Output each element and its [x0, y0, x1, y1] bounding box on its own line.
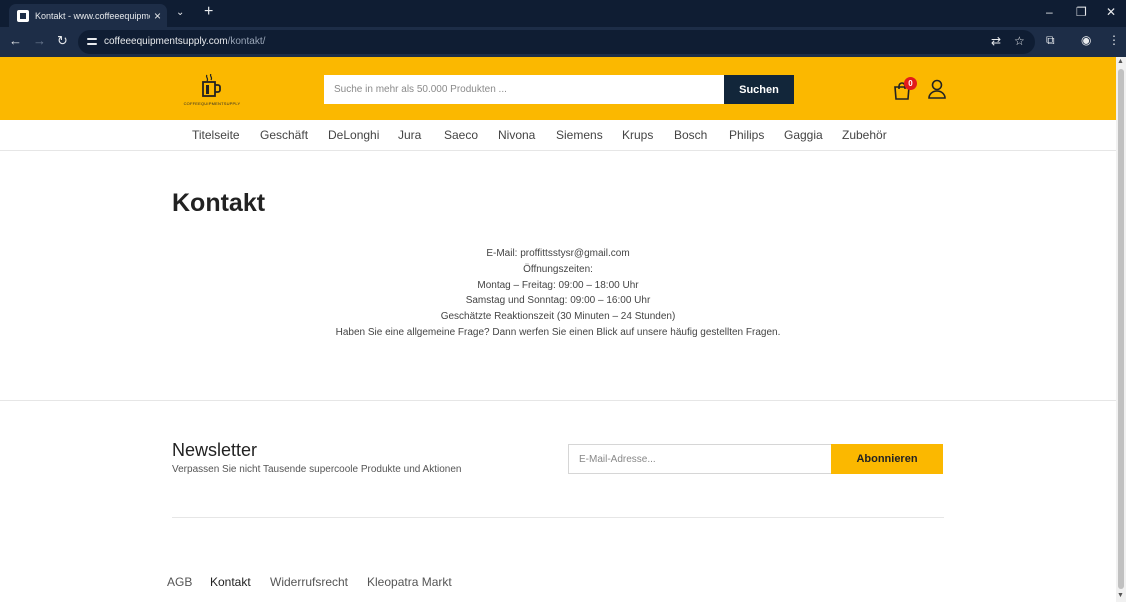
response-time: Geschätzte Reaktionszeit (30 Minuten – 2…	[440, 311, 676, 323]
tab-search-chevron-icon[interactable]: ⌄	[176, 7, 184, 18]
minimize-icon[interactable]: –	[1046, 5, 1053, 19]
extensions-icon[interactable]: ⧉	[1046, 34, 1055, 46]
site-favicon-icon	[17, 9, 29, 22]
new-tab-plus-icon[interactable]: +	[204, 3, 213, 21]
nav-item-gaggia[interactable]: Gaggia	[784, 128, 823, 142]
site-logo[interactable]: COFFEEQUIPMENTSUPPLY	[174, 69, 250, 109]
weekend-hours: Samstag und Sonntag: 09:00 – 16:00 Uhr	[465, 295, 651, 307]
back-arrow-icon[interactable]: ←	[9, 34, 22, 47]
coffee-cup-logo-icon	[202, 74, 221, 97]
browser-tab-bar: Kontakt - www.coffeeequipmentsupply.com …	[0, 0, 1126, 27]
nav-item-krups[interactable]: Krups	[622, 128, 653, 142]
translate-icon[interactable]: ⇄	[991, 35, 1001, 47]
footer-divider	[172, 517, 944, 518]
forward-arrow-icon[interactable]: →	[33, 34, 46, 47]
url-text[interactable]: coffeeequipmentsupply.com/kontakt/	[104, 36, 265, 47]
newsletter-title: Newsletter	[172, 440, 258, 460]
scroll-down-arrow-icon[interactable]: ▼	[1117, 592, 1124, 599]
address-bar[interactable]: coffeeequipmentsupply.com/kontakt/ ⇄ ☆	[78, 30, 1035, 54]
main-navigation: Titelseite Geschäft DeLonghi Jura Saeco …	[0, 120, 1116, 151]
nav-item-geschaeft[interactable]: Geschäft	[260, 128, 308, 142]
footer-link-kleopatra-markt[interactable]: Kleopatra Markt	[367, 575, 452, 589]
nav-item-zubehoer[interactable]: Zubehör	[842, 128, 887, 142]
newsletter-subtitle: Verpassen Sie nicht Tausende supercoole …	[172, 464, 462, 475]
nav-item-siemens[interactable]: Siemens	[556, 128, 603, 142]
more-menu-icon[interactable]: ⋮	[1108, 34, 1120, 46]
contact-email-line: E-Mail: proffittsstysr@gmail.com	[486, 248, 630, 259]
nav-item-jura[interactable]: Jura	[398, 128, 421, 142]
page-scrollbar[interactable]: ▲ ▼	[1116, 57, 1126, 602]
url-path: /kontakt/	[227, 36, 266, 47]
close-tab-icon[interactable]: ×	[154, 10, 161, 22]
nav-item-nivona[interactable]: Nivona	[498, 128, 535, 142]
nav-item-saeco[interactable]: Saeco	[444, 128, 478, 142]
page-title: Kontakt	[172, 189, 266, 217]
search-button[interactable]: Suchen	[724, 75, 794, 104]
contact-info: E-Mail: proffittsstysr@gmail.com Öffnung…	[172, 246, 944, 341]
reload-icon[interactable]: ↻	[57, 34, 68, 47]
weekday-hours: Montag – Freitag: 09:00 – 18:00 Uhr	[477, 279, 639, 291]
footer-link-kontakt[interactable]: Kontakt	[210, 575, 251, 589]
browser-toolbar: ← → ↻ coffeeequipmentsupply.com/kontakt/…	[0, 27, 1126, 57]
footer-link-agb[interactable]: AGB	[167, 575, 192, 589]
user-account-icon[interactable]	[928, 79, 946, 99]
scroll-up-arrow-icon[interactable]: ▲	[1117, 58, 1124, 65]
browser-tab[interactable]: Kontakt - www.coffeeequipmentsupply.com …	[9, 4, 167, 27]
site-info-icon[interactable]	[87, 36, 97, 46]
footer-link-widerrufsrecht[interactable]: Widerrufsrecht	[270, 575, 348, 589]
opening-hours-label: Öffnungszeiten:	[523, 263, 593, 275]
tab-title: Kontakt - www.coffeeequipmentsupply.com	[35, 10, 150, 21]
restore-icon[interactable]: ❐	[1076, 5, 1087, 19]
section-divider	[0, 400, 1116, 401]
site-header: COFFEEQUIPMENTSUPPLY Suchen 0	[0, 57, 1116, 120]
profile-icon[interactable]: ◉	[1081, 34, 1091, 46]
faq-hint: Haben Sie eine allgemeine Frage? Dann we…	[335, 326, 781, 338]
nav-item-philips[interactable]: Philips	[729, 128, 764, 142]
url-host: coffeeequipmentsupply.com	[104, 36, 228, 47]
nav-item-titelseite[interactable]: Titelseite	[192, 128, 240, 142]
newsletter-email-input[interactable]	[568, 444, 832, 474]
scrollbar-thumb[interactable]	[1118, 69, 1124, 589]
window-close-icon[interactable]: ✕	[1106, 5, 1116, 19]
logo-text: COFFEEQUIPMENTSUPPLY	[183, 101, 241, 106]
cart-count-badge: 0	[904, 77, 917, 90]
product-search-input[interactable]	[324, 75, 724, 104]
nav-item-delonghi[interactable]: DeLonghi	[328, 128, 379, 142]
bookmark-star-icon[interactable]: ☆	[1014, 35, 1025, 47]
nav-item-bosch[interactable]: Bosch	[674, 128, 707, 142]
subscribe-button[interactable]: Abonnieren	[831, 444, 943, 474]
